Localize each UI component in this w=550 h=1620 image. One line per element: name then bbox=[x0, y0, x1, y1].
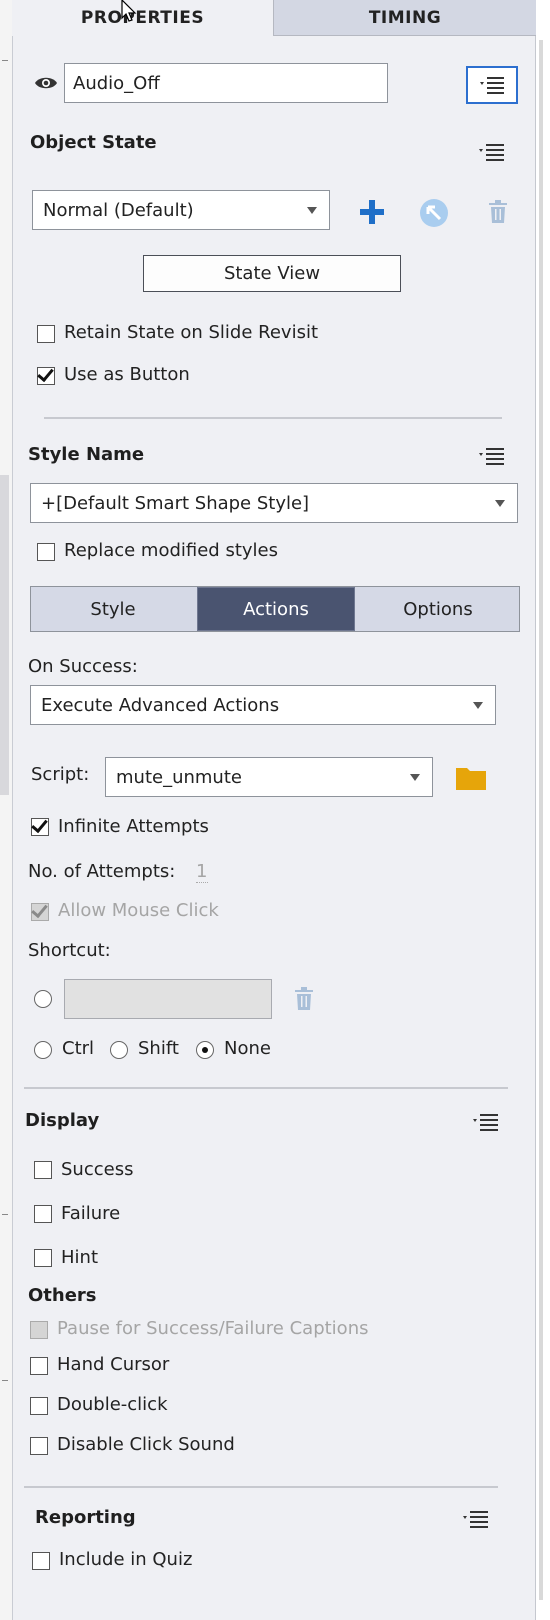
chevron-down-icon bbox=[307, 207, 317, 214]
reporting-menu-icon[interactable] bbox=[462, 1510, 490, 1528]
none-label: None bbox=[224, 1038, 271, 1059]
object-state-title: Object State bbox=[30, 132, 157, 153]
shortcut-input[interactable] bbox=[64, 979, 272, 1019]
object-state-menu-icon[interactable] bbox=[478, 143, 506, 161]
include-in-quiz-label: Include in Quiz bbox=[59, 1549, 193, 1570]
attempts-value: 1 bbox=[196, 861, 208, 883]
tab-options[interactable]: Options bbox=[357, 587, 519, 631]
chevron-down-icon bbox=[410, 774, 420, 781]
shift-radio[interactable] bbox=[110, 1041, 128, 1059]
chevron-down-icon bbox=[473, 702, 483, 709]
double-click-checkbox[interactable] bbox=[30, 1397, 48, 1415]
display-menu-icon[interactable] bbox=[472, 1113, 500, 1131]
subtab-bar: Style Actions Options bbox=[30, 586, 520, 632]
state-view-button[interactable]: State View bbox=[143, 255, 401, 292]
on-success-dropdown[interactable]: Execute Advanced Actions bbox=[30, 685, 496, 725]
delete-state-icon bbox=[489, 200, 507, 223]
allow-mouse-click-checkbox bbox=[31, 903, 49, 921]
script-value: mute_unmute bbox=[116, 766, 242, 788]
tab-style[interactable]: Style bbox=[31, 587, 195, 631]
tab-properties[interactable]: PROPERTIES bbox=[12, 0, 274, 36]
object-name-field[interactable]: Audio_Off bbox=[64, 63, 388, 103]
tab-timing[interactable]: TIMING bbox=[274, 0, 536, 36]
double-click-label: Double-click bbox=[57, 1394, 168, 1415]
display-success-label: Success bbox=[61, 1159, 134, 1180]
on-success-label: On Success: bbox=[28, 656, 138, 677]
list-menu-icon bbox=[480, 77, 504, 94]
style-name-title: Style Name bbox=[28, 444, 145, 465]
use-as-button-checkbox[interactable] bbox=[37, 367, 55, 385]
style-name-value: +[Default Smart Shape Style] bbox=[41, 492, 310, 514]
infinite-attempts-checkbox[interactable] bbox=[31, 818, 49, 836]
display-failure-checkbox[interactable] bbox=[34, 1205, 52, 1223]
display-hint-label: Hint bbox=[61, 1247, 99, 1268]
divider bbox=[24, 1087, 508, 1089]
attempts-label: No. of Attempts: bbox=[28, 861, 176, 882]
hand-cursor-label: Hand Cursor bbox=[57, 1354, 170, 1375]
clear-shortcut-icon bbox=[295, 987, 313, 1010]
include-in-quiz-checkbox[interactable] bbox=[32, 1552, 50, 1570]
left-gutter bbox=[0, 0, 13, 1620]
object-state-value: Normal (Default) bbox=[43, 199, 194, 221]
others-title: Others bbox=[28, 1285, 97, 1306]
folder-icon[interactable] bbox=[456, 766, 486, 790]
replace-styles-label: Replace modified styles bbox=[64, 540, 278, 561]
on-success-value: Execute Advanced Actions bbox=[41, 694, 280, 716]
retain-state-checkbox[interactable] bbox=[37, 325, 55, 343]
replace-styles-checkbox[interactable] bbox=[37, 543, 55, 561]
reporting-title: Reporting bbox=[35, 1507, 136, 1528]
retain-state-label: Retain State on Slide Revisit bbox=[64, 322, 319, 343]
use-as-button-label: Use as Button bbox=[64, 364, 190, 385]
ctrl-label: Ctrl bbox=[62, 1038, 95, 1059]
style-name-menu-icon[interactable] bbox=[478, 447, 506, 465]
script-dropdown[interactable]: mute_unmute bbox=[105, 757, 433, 797]
object-state-dropdown[interactable]: Normal (Default) bbox=[32, 190, 330, 230]
reset-state-icon bbox=[420, 199, 448, 227]
visibility-eye-icon[interactable] bbox=[34, 75, 58, 91]
display-hint-checkbox[interactable] bbox=[34, 1249, 52, 1267]
mouse-cursor-icon bbox=[121, 0, 137, 22]
display-success-checkbox[interactable] bbox=[34, 1161, 52, 1179]
panel-menu-button[interactable] bbox=[466, 66, 518, 104]
allow-mouse-click-label: Allow Mouse Click bbox=[58, 900, 219, 921]
chevron-down-icon bbox=[495, 500, 505, 507]
shift-label: Shift bbox=[138, 1038, 179, 1059]
add-state-icon[interactable] bbox=[359, 199, 385, 225]
hand-cursor-checkbox[interactable] bbox=[30, 1357, 48, 1375]
display-failure-label: Failure bbox=[61, 1203, 121, 1224]
disable-click-sound-checkbox[interactable] bbox=[30, 1437, 48, 1455]
infinite-attempts-label: Infinite Attempts bbox=[58, 816, 209, 837]
disable-click-sound-label: Disable Click Sound bbox=[57, 1434, 235, 1455]
style-name-dropdown[interactable]: +[Default Smart Shape Style] bbox=[30, 483, 518, 523]
none-radio[interactable] bbox=[196, 1041, 214, 1059]
display-title: Display bbox=[25, 1110, 100, 1131]
pause-captions-checkbox bbox=[30, 1321, 48, 1339]
tab-actions[interactable]: Actions bbox=[197, 587, 355, 631]
right-scrollbar[interactable] bbox=[535, 0, 550, 1620]
divider bbox=[24, 1486, 498, 1488]
script-label: Script: bbox=[31, 764, 90, 785]
pause-captions-label: Pause for Success/Failure Captions bbox=[57, 1318, 369, 1339]
shortcut-radio[interactable] bbox=[34, 990, 52, 1008]
divider bbox=[44, 417, 502, 419]
shortcut-label: Shortcut: bbox=[28, 940, 111, 961]
ctrl-radio[interactable] bbox=[34, 1041, 52, 1059]
